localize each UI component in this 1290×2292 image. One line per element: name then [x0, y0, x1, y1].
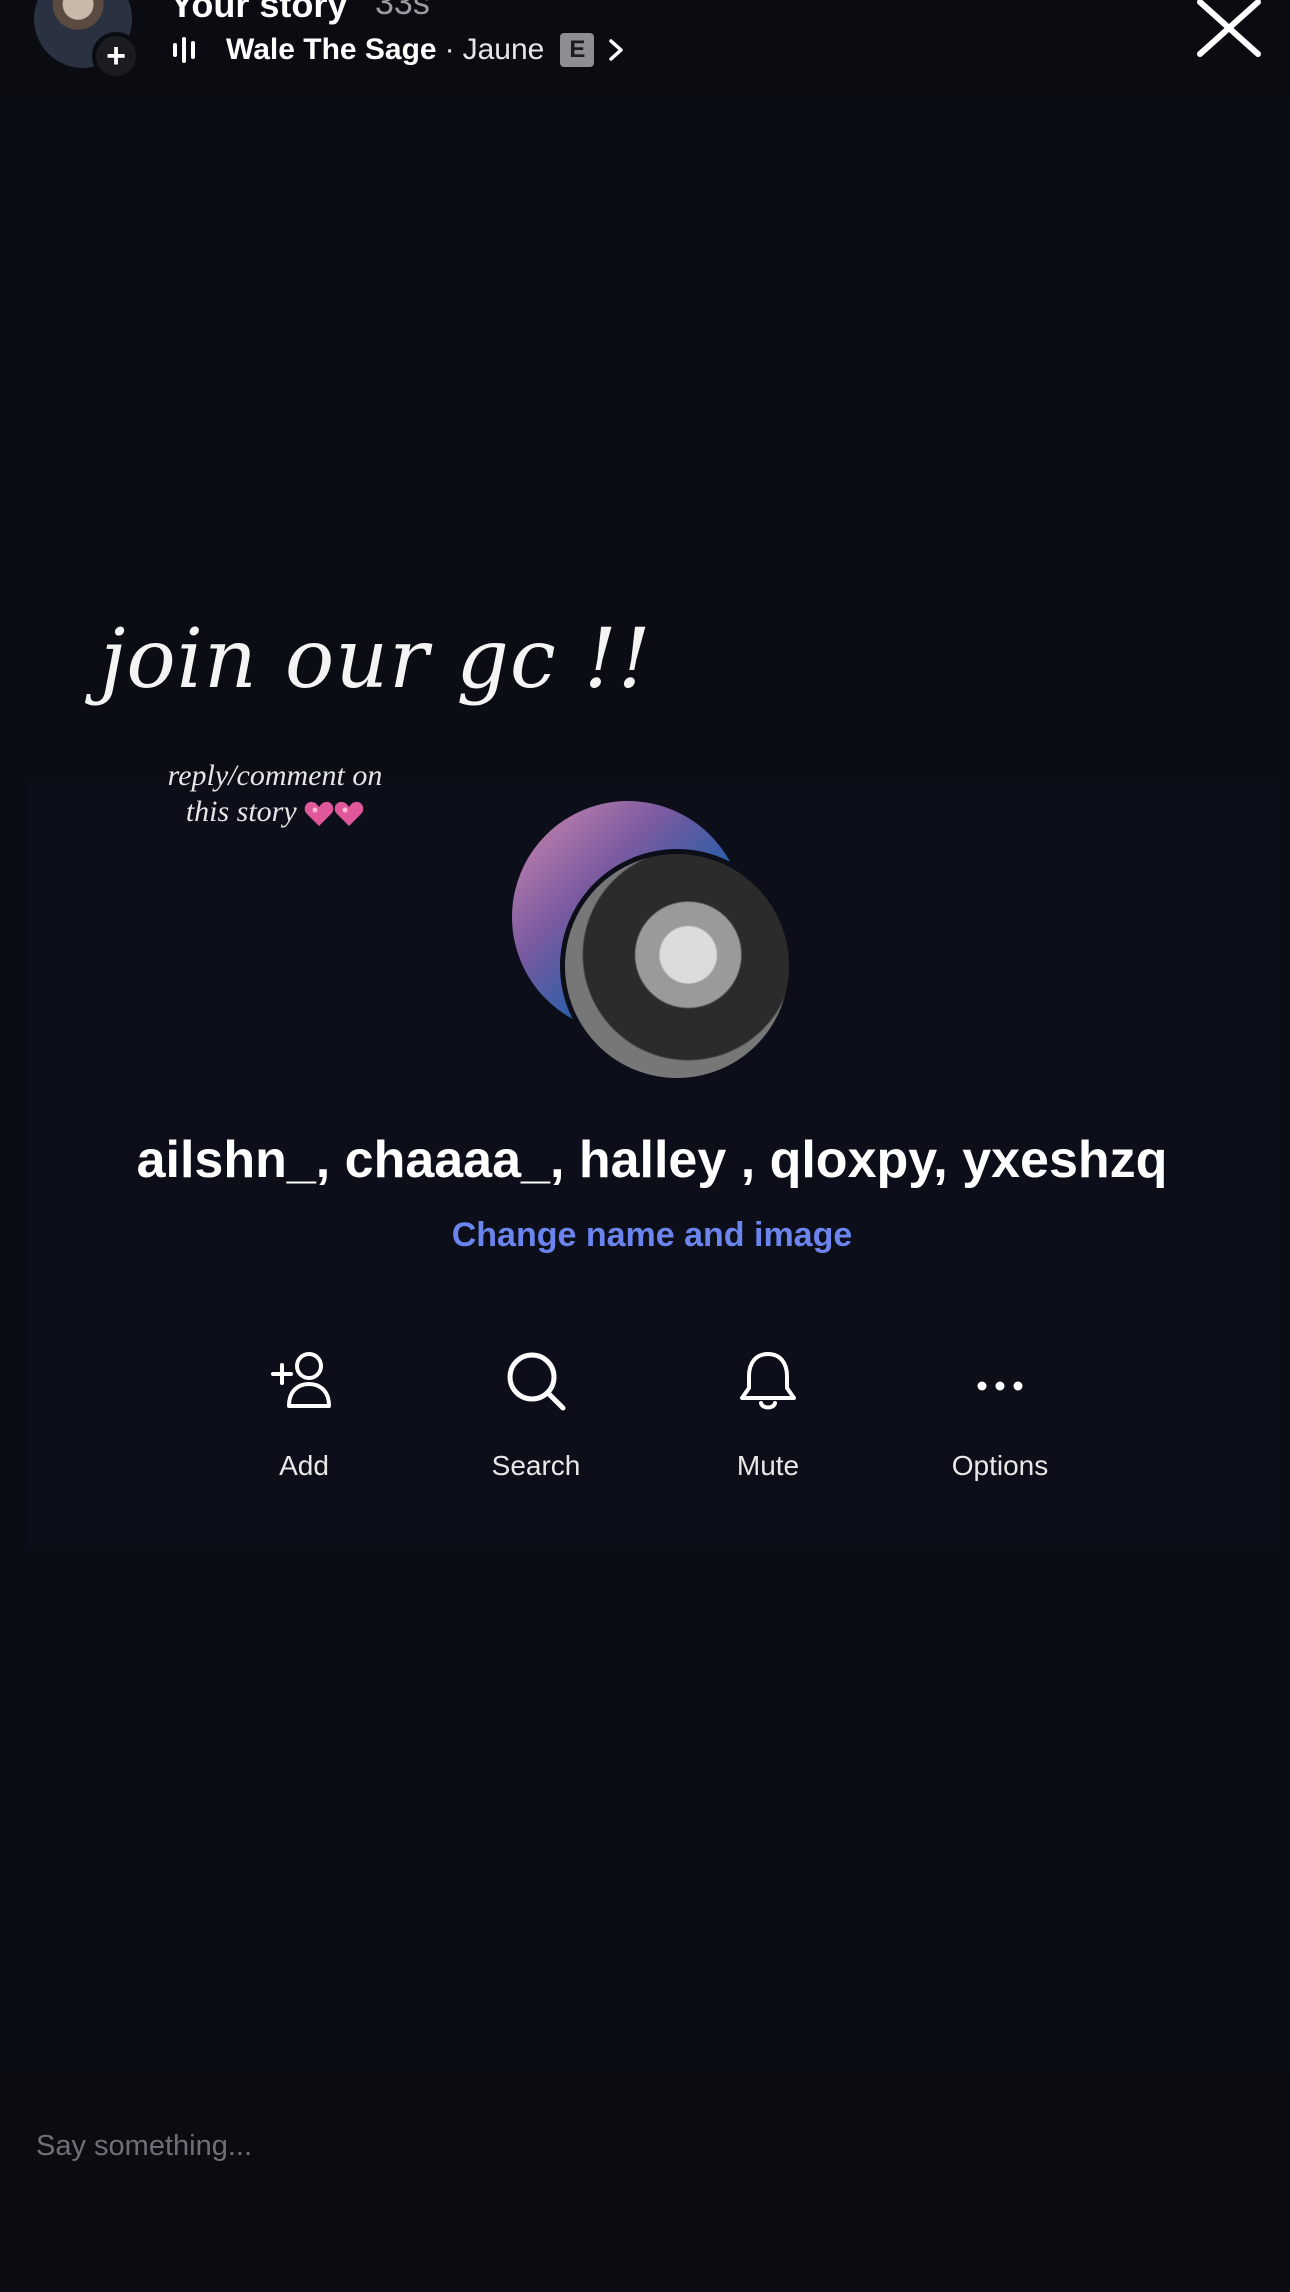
audio-bars-icon — [173, 37, 195, 63]
story-headline: join our gc !! — [100, 612, 652, 707]
heart-icon — [334, 802, 364, 827]
mute-button[interactable]: Mute — [668, 1350, 868, 1482]
add-button[interactable]: Add — [204, 1350, 404, 1482]
change-name-image-link[interactable]: Change name and image — [0, 1216, 1290, 1255]
comment-bar — [0, 2068, 1290, 2292]
search-icon — [507, 1352, 566, 1411]
add-story-plus-icon[interactable]: + — [92, 32, 140, 80]
story-subtext-line2: this story — [185, 795, 297, 828]
search-label: Search — [491, 1450, 581, 1481]
music-song: Jaune — [462, 33, 545, 66]
group-members-name: ailshn_, chaaaa_, halley , qloxpy, yxesh… — [136, 1131, 1168, 1189]
close-icon[interactable] — [1194, 0, 1264, 62]
explicit-badge: E — [560, 33, 595, 67]
comment-input[interactable] — [36, 2126, 1136, 2166]
story-timestamp: 33s — [375, 0, 430, 22]
group-photo-front[interactable] — [560, 849, 794, 1083]
add-label: Add — [279, 1450, 329, 1481]
add-person-icon — [271, 1352, 331, 1408]
music-sticker-row[interactable]: Wale The Sage · Jaune E — [172, 30, 626, 70]
story-subtext-line1: reply/comment on — [167, 759, 383, 792]
search-button[interactable]: Search — [436, 1350, 636, 1482]
music-separator: · — [444, 33, 455, 66]
more-icon — [977, 1381, 1023, 1391]
heart-icon — [304, 802, 334, 827]
options-label: Options — [951, 1450, 1049, 1481]
mute-label: Mute — [736, 1450, 800, 1481]
options-button[interactable]: Options — [900, 1350, 1100, 1482]
music-artist: Wale The Sage — [226, 33, 437, 66]
story-subtext: reply/comment on this story — [130, 758, 420, 830]
chevron-right-icon — [609, 39, 624, 61]
bell-icon — [740, 1352, 796, 1410]
story-title[interactable]: Your story — [170, 0, 347, 26]
